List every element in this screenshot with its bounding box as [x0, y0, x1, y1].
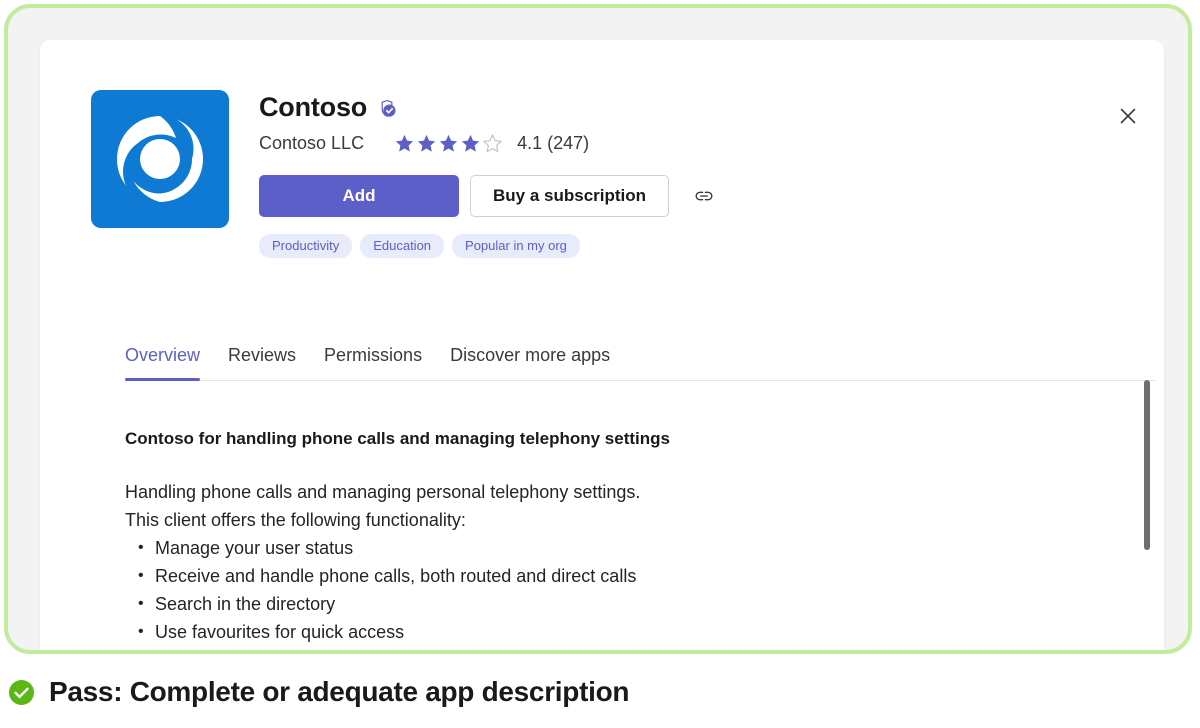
scrollbar-thumb[interactable]: [1144, 380, 1150, 550]
app-header: Contoso Contoso LLC 4.1 (247) Add Buy a …: [91, 90, 721, 258]
tab-overview[interactable]: Overview: [125, 345, 214, 381]
close-button[interactable]: [1112, 100, 1144, 132]
result-caption: Pass: Complete or adequate app descripti…: [8, 676, 630, 707]
tags-row: Productivity Education Popular in my org: [259, 233, 721, 258]
tag-pill-productivity[interactable]: Productivity: [259, 233, 353, 258]
star-outline-icon: [483, 133, 502, 152]
pass-check-icon: [8, 679, 35, 706]
result-caption-text: Pass: Complete or adequate app descripti…: [49, 676, 630, 707]
rating-count: 4.1 (247): [517, 133, 590, 154]
overview-paragraph: Handling phone calls and managing person…: [125, 478, 1125, 650]
copy-link-button[interactable]: [687, 179, 721, 213]
tab-list: Overview Reviews Permissions Discover mo…: [125, 345, 1155, 381]
verified-shield-icon: [377, 96, 398, 120]
add-button[interactable]: Add: [259, 174, 459, 217]
tabs-container: Overview Reviews Permissions Discover mo…: [125, 345, 1155, 381]
overview-heading: Contoso for handling phone calls and man…: [125, 429, 670, 448]
tab-permissions[interactable]: Permissions: [310, 345, 436, 381]
star-filled-icon: [461, 134, 480, 152]
page-title: Contoso: [259, 92, 368, 122]
star-filled-icon: [395, 134, 414, 152]
screenshot-frame: Contoso Contoso LLC 4.1 (247) Add Buy a …: [4, 4, 1192, 654]
rating-stars: [394, 133, 503, 154]
vendor-name: Contoso LLC: [259, 133, 365, 154]
scrollbar-track[interactable]: [1144, 340, 1150, 640]
app-detail-card: Contoso Contoso LLC 4.1 (247) Add Buy a …: [40, 40, 1164, 650]
list-item: Search in the directory: [138, 590, 1125, 618]
tag-pill-popular-in-my-org[interactable]: Popular in my org: [452, 233, 580, 258]
app-header-text: Contoso Contoso LLC 4.1 (247) Add Buy a …: [259, 90, 721, 258]
tab-discover-more-apps[interactable]: Discover more apps: [436, 345, 624, 381]
overview-paragraph-line-1: Handling phone calls and managing person…: [125, 482, 641, 503]
link-icon: [693, 185, 715, 207]
list-item: Use favourites for quick access: [138, 618, 1125, 646]
buy-subscription-button[interactable]: Buy a subscription: [470, 174, 670, 217]
list-item: See and manage your voicemails: [138, 646, 1125, 650]
overview-paragraph-line-2: This client offers the following functio…: [125, 510, 466, 531]
overview-feature-list: Manage your user status Receive and hand…: [125, 534, 1125, 650]
contoso-app-icon: [91, 90, 229, 228]
star-filled-icon: [417, 134, 436, 152]
tag-pill-education[interactable]: Education: [360, 233, 445, 258]
app-title-row: Contoso: [259, 92, 721, 123]
star-filled-icon: [439, 134, 458, 152]
list-item: Manage your user status: [138, 534, 1125, 562]
list-item: Receive and handle phone calls, both rou…: [138, 562, 1125, 590]
actions-row: Add Buy a subscription: [259, 174, 721, 217]
tab-reviews[interactable]: Reviews: [214, 345, 310, 381]
overview-panel: Contoso for handling phone calls and man…: [125, 428, 1125, 650]
vendor-row: Contoso LLC 4.1 (247): [259, 133, 721, 154]
close-icon: [1120, 108, 1136, 124]
